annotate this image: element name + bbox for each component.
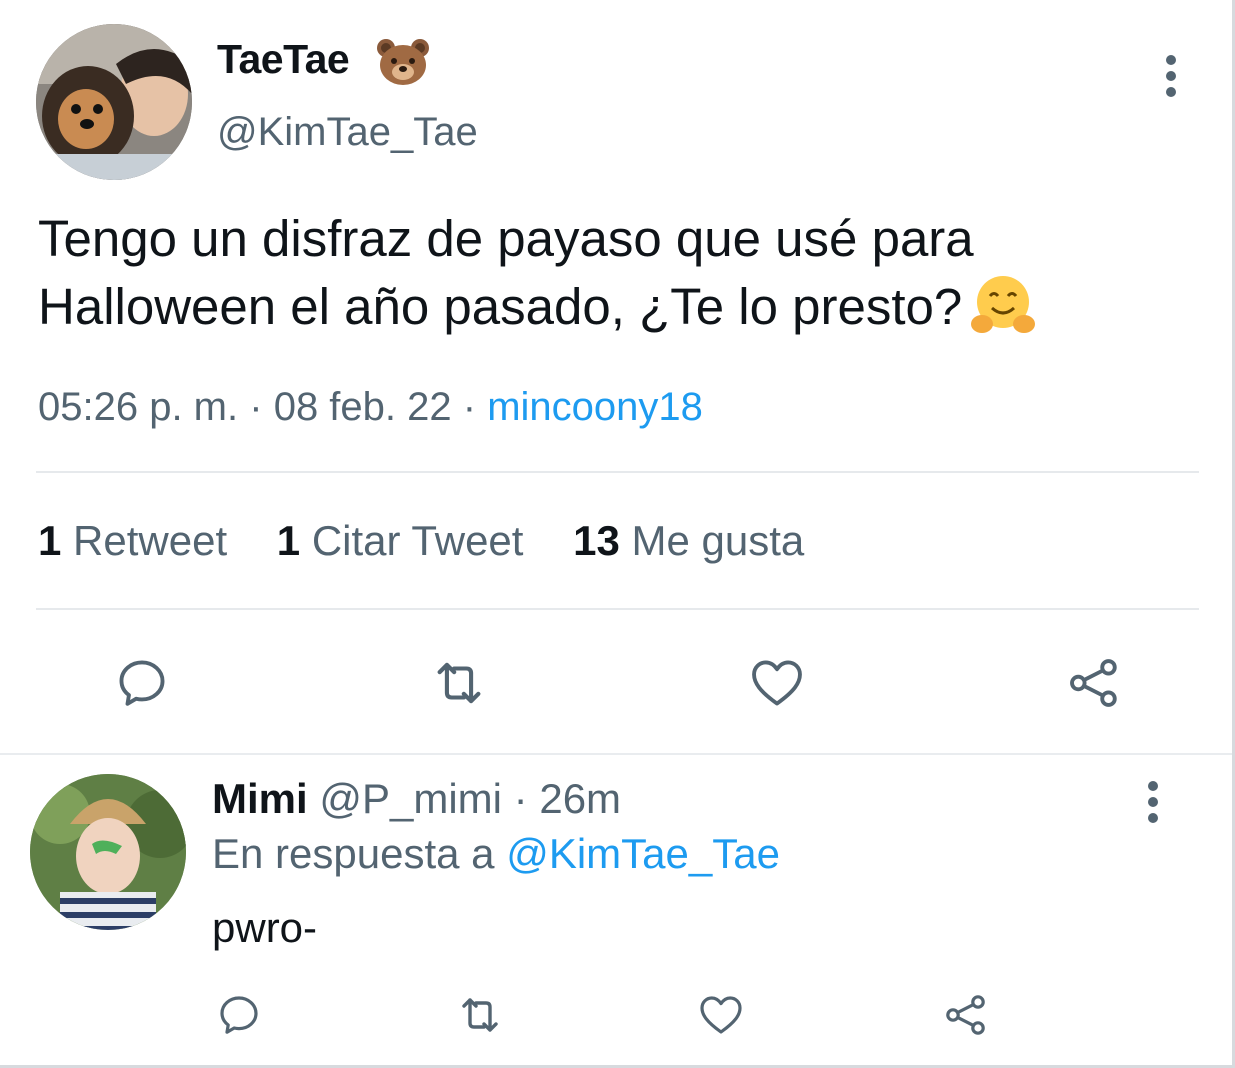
reply-display-name[interactable]: Mimi bbox=[212, 775, 308, 822]
tweet-time: 05:26 p. m. bbox=[38, 385, 239, 429]
divider bbox=[36, 471, 1199, 473]
reply-time[interactable]: 26m bbox=[539, 775, 621, 822]
reply-context-prefix: En respuesta a bbox=[212, 830, 495, 877]
author-avatar-image bbox=[36, 24, 192, 180]
likes-label: Me gusta bbox=[631, 517, 805, 564]
reply-avatar-image bbox=[30, 774, 186, 930]
meta-separator: · bbox=[462, 385, 477, 429]
reply-icon bbox=[119, 660, 165, 706]
divider bbox=[0, 753, 1232, 755]
reply-text: pwro- bbox=[212, 904, 318, 951]
tweet-text: Tengo un disfraz de payaso que usé para … bbox=[38, 205, 1188, 341]
share-icon bbox=[946, 995, 985, 1035]
reply-share-button[interactable] bbox=[940, 990, 992, 1040]
share-button[interactable] bbox=[1062, 652, 1126, 714]
likes-count: 13 bbox=[573, 517, 620, 564]
likes-stat[interactable]: 13 Me gusta bbox=[573, 517, 804, 564]
meta-separator: · bbox=[249, 385, 263, 429]
bear-face-emoji-icon bbox=[377, 39, 429, 85]
reply-reply-button[interactable] bbox=[213, 990, 265, 1040]
retweet-button[interactable] bbox=[424, 652, 494, 714]
share-icon bbox=[1070, 659, 1117, 707]
like-button[interactable] bbox=[745, 652, 809, 714]
reply-button[interactable] bbox=[110, 652, 174, 714]
reply-like-button[interactable] bbox=[695, 990, 747, 1040]
author-avatar[interactable] bbox=[36, 24, 192, 180]
tweet-stats: 1 Retweet 1 Citar Tweet 13 Me gusta bbox=[38, 517, 842, 565]
retweets-stat[interactable]: 1 Retweet bbox=[38, 517, 227, 564]
tweet-text-body: Tengo un disfraz de payaso que usé para … bbox=[38, 210, 974, 335]
reply-context-mention[interactable]: @KimTae_Tae bbox=[506, 830, 780, 877]
tweet-meta: 05:26 p. m. · 08 feb. 22 · mincoony18 bbox=[38, 385, 703, 430]
reply-retweet-button[interactable] bbox=[451, 990, 509, 1040]
author-display-name[interactable]: TaeTae bbox=[217, 36, 350, 83]
heart-icon bbox=[700, 996, 742, 1034]
reply-handle[interactable]: @P_mimi bbox=[319, 775, 502, 822]
hugging-face-emoji-icon bbox=[971, 276, 1036, 333]
divider bbox=[36, 608, 1199, 610]
reply-more-options-icon[interactable] bbox=[1146, 780, 1160, 824]
retweet-icon bbox=[437, 662, 481, 704]
reply-author-avatar[interactable] bbox=[30, 774, 186, 930]
more-options-icon[interactable] bbox=[1164, 54, 1178, 98]
reply-header: Mimi @P_mimi · 26m bbox=[212, 775, 621, 823]
quotes-label: Citar Tweet bbox=[311, 517, 524, 564]
reply-separator: · bbox=[513, 775, 528, 822]
retweet-icon bbox=[462, 998, 498, 1032]
quotes-stat[interactable]: 1 Citar Tweet bbox=[277, 517, 524, 564]
heart-icon bbox=[752, 660, 802, 706]
retweets-count: 1 bbox=[38, 517, 62, 564]
tweet-date: 08 feb. 22 bbox=[273, 385, 452, 429]
retweets-label: Retweet bbox=[73, 517, 228, 564]
quotes-count: 1 bbox=[276, 517, 301, 564]
author-handle[interactable]: @KimTae_Tae bbox=[217, 110, 478, 155]
reply-context: En respuesta a @KimTae_Tae bbox=[212, 830, 780, 878]
tweet-source-link[interactable]: mincoony18 bbox=[487, 385, 703, 429]
reply-icon bbox=[220, 996, 258, 1034]
